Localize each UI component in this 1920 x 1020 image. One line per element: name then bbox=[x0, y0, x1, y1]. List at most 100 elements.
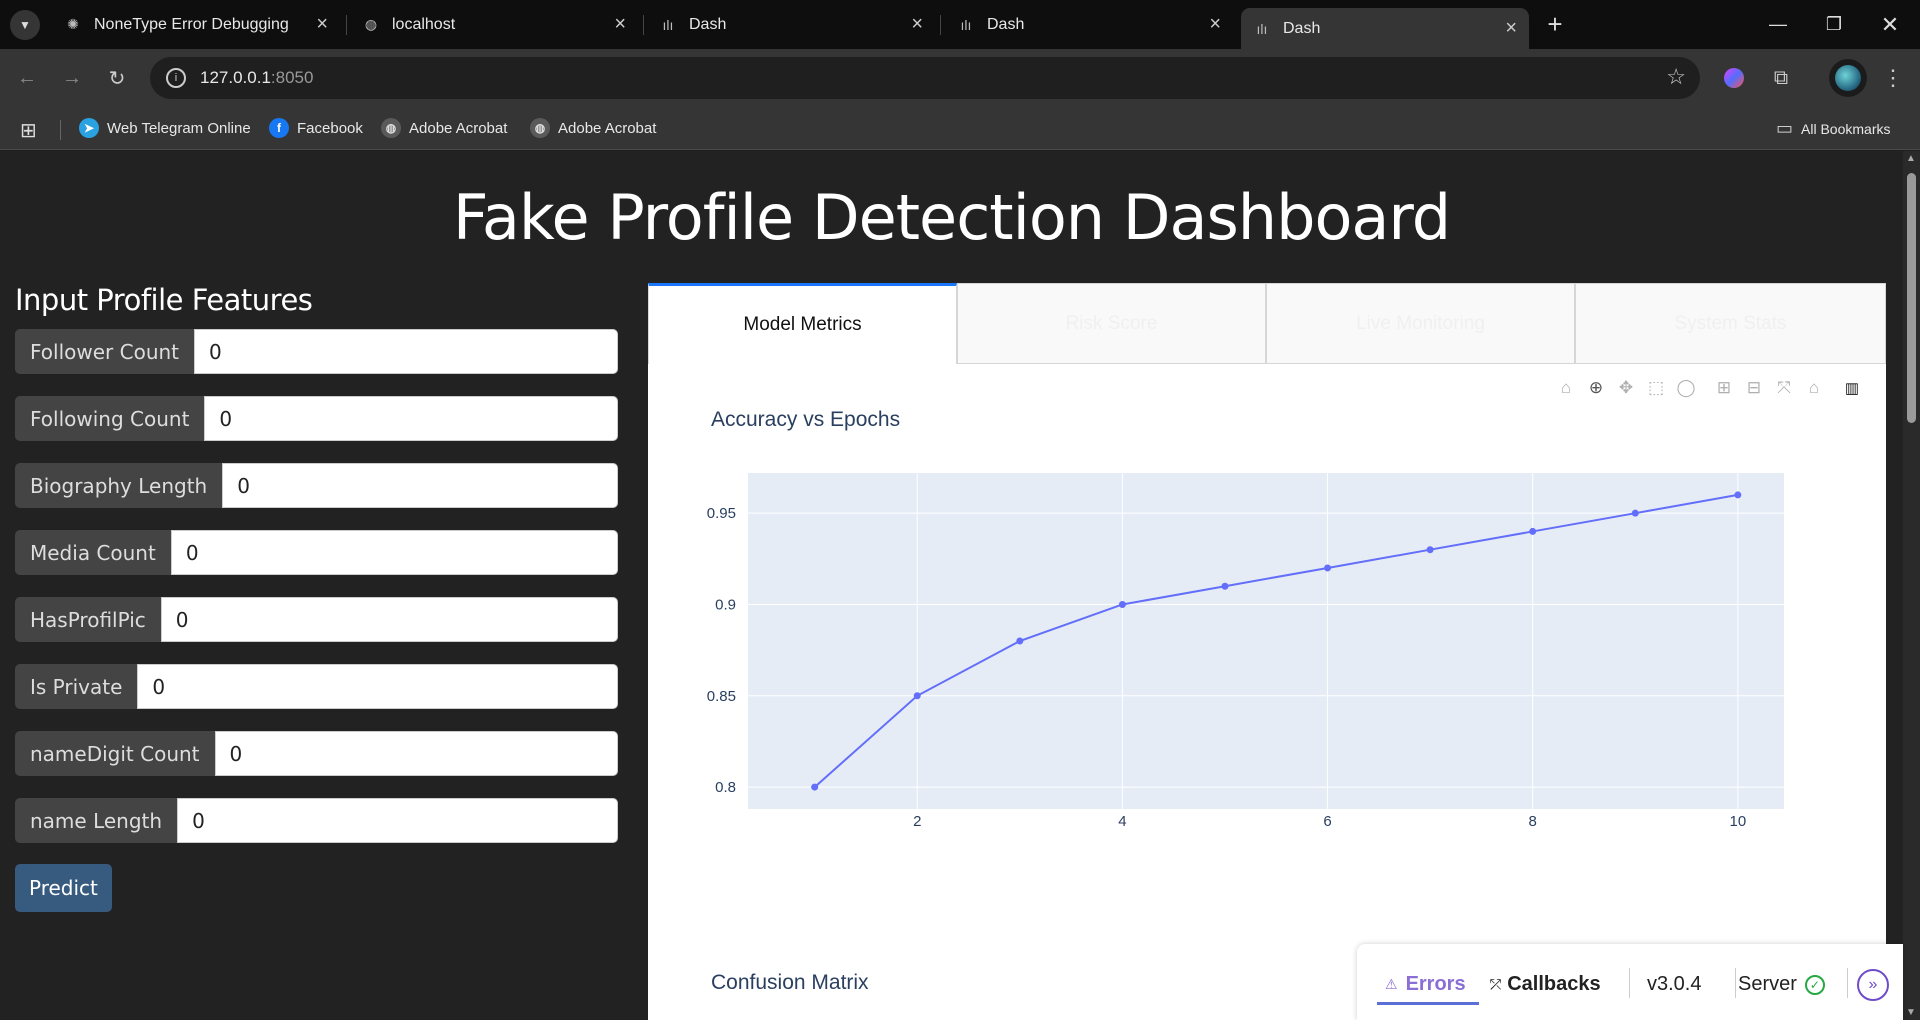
extensions-button[interactable]: ⧉ bbox=[1766, 63, 1796, 93]
browser-toolbar: ← → ↻ i 127.0.0.1:8050 ☆ ⧉ ⋮ bbox=[0, 49, 1920, 108]
name-length-input[interactable] bbox=[177, 798, 618, 843]
data-point bbox=[811, 783, 819, 791]
field-label: Is Private bbox=[15, 664, 138, 709]
following-count-input[interactable] bbox=[204, 396, 618, 441]
predict-button[interactable]: Predict bbox=[15, 864, 112, 912]
field-label: name Length bbox=[15, 798, 178, 843]
dash-icon: ılı bbox=[960, 16, 972, 33]
data-point bbox=[1221, 582, 1229, 590]
reset-axes-icon[interactable]: ⌂ bbox=[1799, 375, 1829, 401]
profile-button[interactable] bbox=[1829, 59, 1867, 97]
autoscale-icon[interactable]: ⤧ bbox=[1769, 375, 1799, 401]
is-private-input[interactable] bbox=[137, 664, 618, 709]
biography-length-input[interactable] bbox=[222, 463, 618, 508]
collapse-debug-button[interactable]: » bbox=[1857, 969, 1889, 1001]
bookmark-label: Adobe Acrobat bbox=[558, 119, 657, 137]
arrow-down-icon[interactable]: ▼ bbox=[1906, 1007, 1916, 1018]
x-tick-label: 6 bbox=[1323, 813, 1331, 830]
field-label: Biography Length bbox=[15, 463, 223, 508]
bookmark-adobe-acrobat-1[interactable]: ◍ Adobe Acrobat bbox=[381, 118, 507, 138]
chevron-down-icon: ▼ bbox=[10, 9, 40, 40]
has-profile-pic-input[interactable] bbox=[160, 597, 618, 642]
more-vertical-icon: ⋮ bbox=[1882, 65, 1904, 90]
tab-model-metrics[interactable]: Model Metrics bbox=[648, 283, 957, 364]
browser-tab-3[interactable]: ılı Dash × bbox=[647, 8, 935, 41]
bookmark-telegram[interactable]: ➤ Web Telegram Online bbox=[79, 118, 251, 138]
camera-icon[interactable]: ⌂ bbox=[1551, 375, 1581, 401]
browser-tab-1[interactable]: ✺ NoneType Error Debugging × bbox=[52, 8, 340, 41]
bookmark-facebook[interactable]: f Facebook bbox=[269, 118, 363, 138]
tab-risk-score[interactable]: Risk Score bbox=[957, 283, 1266, 364]
menu-button[interactable]: ⋮ bbox=[1878, 63, 1908, 93]
restore-icon: ❐ bbox=[1825, 14, 1843, 34]
field-label: HasProfilPic bbox=[15, 597, 161, 642]
y-tick-label: 0.85 bbox=[707, 688, 736, 705]
errors-label: Errors bbox=[1405, 973, 1466, 995]
data-point bbox=[1016, 637, 1024, 645]
browser-tab-2[interactable]: ◍ localhost × bbox=[350, 8, 638, 41]
tab-live-monitoring[interactable]: Live Monitoring bbox=[1266, 283, 1575, 364]
scrollbar-thumb[interactable] bbox=[1907, 173, 1916, 423]
pan-icon[interactable]: ✥ bbox=[1611, 375, 1641, 401]
address-bar[interactable]: i 127.0.0.1:8050 ☆ bbox=[150, 57, 1700, 99]
x-tick-label: 2 bbox=[913, 813, 921, 830]
globe-icon: ◍ bbox=[381, 118, 401, 138]
y-tick-label: 0.8 bbox=[715, 779, 736, 796]
avatar bbox=[1835, 65, 1861, 91]
close-window-button[interactable]: ✕ bbox=[1862, 0, 1918, 49]
bookmark-label: Adobe Acrobat bbox=[409, 119, 508, 137]
field-label: Media Count bbox=[15, 530, 171, 575]
zoom-icon[interactable]: ⊕ bbox=[1581, 375, 1611, 401]
name-digit-count-input[interactable] bbox=[214, 731, 618, 776]
zoom-in-icon[interactable]: ⊞ bbox=[1709, 375, 1739, 401]
follower-count-input[interactable] bbox=[194, 329, 618, 374]
browser-tab-4[interactable]: ılı Dash × bbox=[945, 8, 1233, 41]
close-icon[interactable]: × bbox=[1209, 14, 1221, 34]
plotly-logo-icon[interactable]: ▥ bbox=[1837, 375, 1867, 401]
x-tick-label: 8 bbox=[1529, 813, 1537, 830]
minimize-button[interactable]: — bbox=[1750, 0, 1806, 49]
tab-title: Dash bbox=[987, 15, 1025, 33]
restore-button[interactable]: ❐ bbox=[1806, 0, 1862, 49]
input-group-name-length: name Length bbox=[15, 798, 618, 843]
reload-button[interactable]: ↻ bbox=[102, 63, 132, 93]
box-select-icon[interactable]: ⬚ bbox=[1641, 375, 1671, 401]
tab-search-button[interactable]: ▼ bbox=[0, 0, 50, 49]
close-icon[interactable]: × bbox=[316, 14, 328, 34]
info-icon[interactable]: i bbox=[166, 68, 186, 88]
close-icon[interactable]: × bbox=[614, 14, 626, 34]
data-point bbox=[1426, 546, 1434, 554]
arrow-up-icon[interactable]: ▲ bbox=[1906, 153, 1916, 164]
input-group-biography-length: Biography Length bbox=[15, 463, 618, 508]
extension-button[interactable] bbox=[1720, 64, 1748, 92]
errors-button[interactable]: ⚠ Errors bbox=[1385, 973, 1466, 996]
confusion-matrix-title: Confusion Matrix bbox=[711, 971, 869, 994]
callbacks-button[interactable]: ⤱ Callbacks bbox=[1490, 973, 1601, 996]
field-label: nameDigit Count bbox=[15, 731, 215, 776]
star-icon[interactable]: ☆ bbox=[1666, 64, 1686, 90]
close-icon[interactable]: × bbox=[1505, 18, 1517, 38]
warning-icon: ⚠ bbox=[1385, 976, 1398, 992]
new-tab-button[interactable]: + bbox=[1527, 0, 1583, 49]
media-count-input[interactable] bbox=[170, 530, 618, 575]
tab-system-stats[interactable]: System Stats bbox=[1575, 283, 1886, 364]
bookmark-adobe-acrobat-2[interactable]: ◍ Adobe Acrobat bbox=[530, 118, 656, 138]
page-scrollbar[interactable]: ▲ ▼ bbox=[1903, 151, 1920, 1020]
apps-button[interactable]: ⊞ bbox=[20, 118, 37, 143]
browser-tab-strip: ▼ ✺ NoneType Error Debugging × ◍ localho… bbox=[0, 0, 1920, 49]
reload-icon: ↻ bbox=[108, 67, 126, 90]
close-icon[interactable]: × bbox=[911, 14, 923, 34]
forward-button[interactable]: → bbox=[57, 63, 87, 93]
data-point bbox=[1118, 600, 1126, 608]
lasso-select-icon[interactable]: ◯ bbox=[1671, 375, 1701, 401]
tab-title: localhost bbox=[392, 15, 456, 33]
zoom-out-icon[interactable]: ⊟ bbox=[1739, 375, 1769, 401]
field-label: Following Count bbox=[15, 396, 205, 441]
back-button[interactable]: ← bbox=[12, 63, 42, 93]
all-bookmarks-button[interactable]: ▭ All Bookmarks bbox=[1776, 118, 1890, 139]
puzzle-icon: ⧉ bbox=[1773, 66, 1789, 89]
browser-tab-5-active[interactable]: ılı Dash × bbox=[1241, 8, 1529, 49]
grid-icon: ⊞ bbox=[20, 120, 37, 142]
y-tick-label: 0.9 bbox=[715, 596, 736, 613]
data-point bbox=[1324, 564, 1332, 572]
